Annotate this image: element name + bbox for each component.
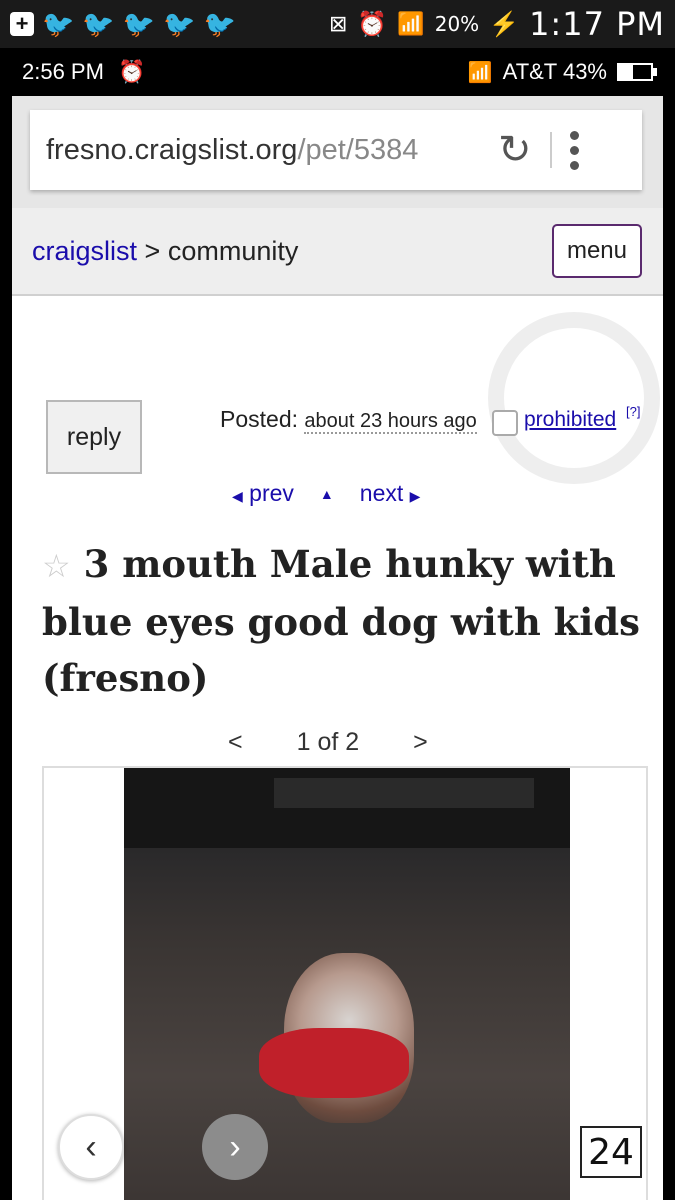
pager-prev[interactable]: < [228, 728, 243, 757]
pager-next[interactable]: > [413, 728, 428, 757]
breadcrumb-separator: > [144, 236, 161, 266]
chevron-left-icon: ‹ [85, 1127, 97, 1166]
twitter-icon: 🐦 [82, 8, 115, 39]
breadcrumb-community[interactable]: community [168, 236, 299, 266]
carrier-battery-text: AT&T 43% [502, 59, 607, 84]
chevron-right-icon: › [229, 1127, 241, 1166]
url-domain: fresno.craigslist.org [46, 133, 298, 166]
menu-button[interactable]: menu [552, 224, 642, 278]
photo-shelf [274, 778, 534, 808]
browser-toolbar: fresno.craigslist.org/pet/5384 ↻ [12, 96, 663, 208]
divider [549, 132, 552, 168]
prohibited-link[interactable]: prohibited [524, 408, 616, 432]
posted-label: Posted: [220, 406, 298, 432]
background-logo [488, 312, 660, 484]
reply-button[interactable]: reply [46, 400, 142, 474]
twitter-icon: 🐦 [122, 8, 156, 39]
nfc-icon: ⊠ [328, 11, 348, 36]
twitter-icon: 🐦 [42, 8, 75, 39]
address-bar[interactable]: fresno.craigslist.org/pet/5384 ↻ [30, 110, 642, 190]
url-text[interactable]: fresno.craigslist.org/pet/5384 [46, 134, 486, 167]
post-navigation: ◀ prev ▲ next ▶ [232, 480, 420, 507]
star-icon[interactable]: ☆ [42, 547, 71, 585]
add-icon: + [10, 12, 34, 36]
alarm-icon: ⏰ [357, 10, 388, 38]
prev-link[interactable]: ◀ prev [232, 480, 294, 507]
post-title: ☆ 3 mouth Male hunky with blue eyes good… [42, 536, 642, 706]
reload-icon[interactable]: ↻ [498, 127, 532, 173]
right-triangle-icon: ▶ [409, 488, 421, 504]
battery-percent: 20% [434, 12, 480, 36]
red-coat [259, 1028, 409, 1098]
gallery-next-button[interactable]: › [202, 1114, 268, 1180]
twitter-icon: 🐦 [163, 8, 196, 39]
next-link[interactable]: next ▶ [360, 480, 421, 507]
post-location: (fresno) [42, 656, 209, 700]
help-link[interactable]: [?] [626, 404, 640, 419]
alarm-icon: ⏰ [117, 59, 146, 84]
wifi-icon: 📶 [397, 11, 425, 36]
battery-charging-icon: ⚡ [489, 10, 520, 38]
inner-status-bar: 2:56 PM ⏰ 📶 AT&T 43% [0, 48, 675, 96]
up-triangle-icon[interactable]: ▲ [320, 486, 334, 502]
craigslist-page: craigslist > community menu reply Posted… [12, 208, 663, 1200]
page-header: craigslist > community menu [12, 208, 663, 296]
overflow-menu-icon[interactable] [569, 130, 579, 170]
breadcrumb: craigslist > community [32, 236, 298, 267]
breadcrumb-craigslist-link[interactable]: craigslist [32, 236, 137, 266]
puppy-photo[interactable] [124, 768, 570, 1200]
wifi-icon: 📶 [467, 61, 493, 84]
image-pager: < 1 of 2 > [228, 728, 428, 757]
tab-counter[interactable]: 24 [580, 1126, 642, 1178]
flag-checkbox[interactable] [492, 410, 518, 436]
battery-icon [617, 63, 657, 81]
post-title-text: 3 mouth Male hunky with blue eyes good d… [42, 542, 640, 644]
next-label: next [359, 480, 404, 506]
pager-text: 1 of 2 [296, 728, 360, 756]
posted-time: about 23 hours ago [304, 410, 477, 434]
posted-info: Posted: about 23 hours ago [220, 406, 477, 434]
inner-clock: 2:56 PM [22, 59, 104, 84]
outer-status-bar: + 🐦 🐦 🐦 🐦 🐦 ⊠ ⏰ 📶 20% ⚡ 1:17 PM [0, 0, 675, 48]
notification-icons: + 🐦 🐦 🐦 🐦 🐦 [10, 9, 236, 40]
twitter-icon: 🐦 [203, 8, 236, 39]
left-triangle-icon: ◀ [232, 488, 243, 504]
image-gallery: ‹ › 24 [42, 766, 648, 1200]
outer-clock: 1:17 PM [529, 5, 665, 43]
url-path: /pet/5384 [297, 133, 419, 166]
prev-label: prev [249, 480, 294, 506]
gallery-prev-button[interactable]: ‹ [58, 1114, 124, 1180]
